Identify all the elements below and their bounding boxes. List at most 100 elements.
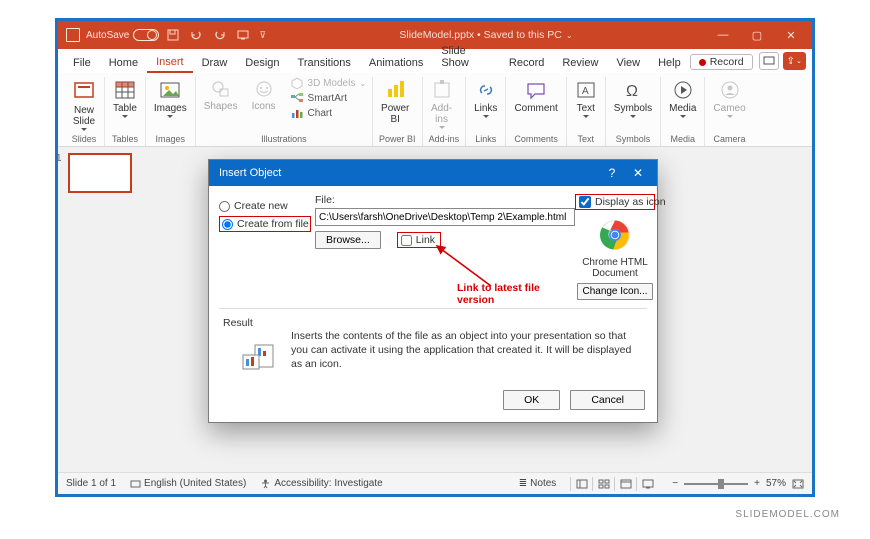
browse-button[interactable]: Browse... bbox=[315, 231, 381, 249]
notes-button[interactable]: ≣ Notes bbox=[519, 478, 557, 489]
dialog-help-button[interactable]: ? bbox=[599, 166, 625, 180]
text-button[interactable]: A Text bbox=[573, 77, 599, 116]
slide-count[interactable]: Slide 1 of 1 bbox=[66, 478, 116, 489]
symbols-button[interactable]: Ω Symbols bbox=[612, 77, 654, 116]
annotation-text: Link to latest file version bbox=[457, 282, 575, 306]
file-label: File: bbox=[315, 194, 575, 206]
shapes-button[interactable]: Shapes bbox=[202, 77, 240, 114]
tab-help[interactable]: Help bbox=[649, 53, 690, 73]
language-status[interactable]: English (United States) bbox=[130, 478, 246, 489]
group-powerbi: Power BI bbox=[379, 132, 416, 146]
group-comments: Comments bbox=[512, 132, 559, 146]
zoom-out-icon[interactable]: − bbox=[672, 478, 678, 489]
zoom-control[interactable]: − + 57% bbox=[672, 478, 804, 489]
tab-insert[interactable]: Insert bbox=[147, 52, 193, 73]
tab-home[interactable]: Home bbox=[100, 53, 147, 73]
table-button[interactable]: Table bbox=[111, 77, 139, 116]
comment-button[interactable]: Comment bbox=[512, 77, 559, 116]
smartart-button[interactable]: SmartArt bbox=[290, 92, 367, 104]
display-as-icon-checkbox[interactable]: Display as icon bbox=[575, 194, 655, 210]
tab-view[interactable]: View bbox=[607, 53, 649, 73]
tab-animations[interactable]: Animations bbox=[360, 53, 432, 73]
chart-button[interactable]: Chart bbox=[290, 107, 367, 119]
qat-overflow-icon[interactable]: ⊽ bbox=[259, 30, 266, 41]
links-button[interactable]: Links bbox=[472, 77, 499, 116]
group-images: Images bbox=[152, 132, 189, 146]
normal-view-button[interactable] bbox=[570, 477, 592, 491]
zoom-value[interactable]: 57% bbox=[766, 478, 786, 489]
group-addins: Add-ins bbox=[429, 132, 460, 146]
chrome-icon bbox=[598, 218, 632, 252]
thumb-number: 1 bbox=[56, 153, 62, 164]
file-path-input[interactable] bbox=[315, 208, 575, 226]
tab-transitions[interactable]: Transitions bbox=[289, 53, 360, 73]
icons-button[interactable]: Icons bbox=[250, 77, 278, 114]
present-button[interactable] bbox=[759, 52, 779, 70]
zoom-in-icon[interactable]: + bbox=[754, 478, 760, 489]
tab-design[interactable]: Design bbox=[236, 53, 288, 73]
tab-slideshow[interactable]: Slide Show bbox=[432, 41, 500, 73]
group-illustrations: Illustrations bbox=[202, 132, 366, 146]
slide-thumbnails: 1 bbox=[58, 147, 144, 472]
tab-draw[interactable]: Draw bbox=[193, 53, 237, 73]
dialog-title: Insert Object bbox=[219, 167, 281, 179]
undo-icon[interactable] bbox=[189, 29, 203, 41]
autosave-toggle[interactable]: AutoSave bbox=[86, 29, 159, 41]
images-button[interactable]: Images bbox=[152, 77, 189, 116]
ribbon-tabs: File Home Insert Draw Design Transitions… bbox=[58, 49, 812, 73]
annotation-arrow-icon bbox=[431, 242, 501, 290]
tab-record[interactable]: Record bbox=[500, 53, 553, 73]
create-from-file-radio[interactable]: Create from file bbox=[219, 216, 311, 232]
icon-caption: Chrome HTML Document bbox=[575, 257, 655, 279]
media-button[interactable]: Media bbox=[667, 77, 698, 116]
record-button[interactable]: Record bbox=[690, 54, 753, 70]
group-slides: Slides bbox=[70, 132, 98, 146]
cancel-button[interactable]: Cancel bbox=[570, 390, 645, 410]
reading-view-button[interactable] bbox=[614, 477, 636, 491]
group-text: Text bbox=[573, 132, 599, 146]
save-icon[interactable] bbox=[167, 29, 179, 41]
document-title[interactable]: SlideModel.pptx • Saved to this PC ⌄ bbox=[266, 29, 706, 41]
group-symbols: Symbols bbox=[612, 132, 654, 146]
tab-review[interactable]: Review bbox=[553, 53, 607, 73]
change-icon-button[interactable]: Change Icon... bbox=[577, 283, 652, 300]
3d-models-button[interactable]: 3D Models ⌄ bbox=[290, 77, 367, 89]
accessibility-status[interactable]: Accessibility: Investigate bbox=[260, 478, 382, 489]
view-buttons bbox=[570, 477, 658, 491]
cameo-button[interactable]: Cameo bbox=[711, 77, 747, 116]
powerbi-button[interactable]: Power BI bbox=[379, 77, 411, 127]
close-button[interactable]: ✕ bbox=[774, 21, 808, 49]
workspace: 1 Insert Object ? ✕ Create new Create fr… bbox=[58, 147, 812, 472]
tab-file[interactable]: File bbox=[64, 53, 100, 73]
toggle-icon[interactable] bbox=[133, 29, 159, 41]
link-checkbox[interactable]: Link bbox=[397, 232, 441, 248]
insert-object-dialog: Insert Object ? ✕ Create new Create from… bbox=[208, 159, 658, 423]
ribbon: New Slide Slides Table Tables Images Ima bbox=[58, 73, 812, 147]
group-media: Media bbox=[667, 132, 698, 146]
addins-button[interactable]: Add- ins bbox=[429, 77, 455, 127]
quick-access-toolbar: ⊽ bbox=[167, 29, 266, 41]
new-slide-button[interactable]: New Slide bbox=[70, 77, 98, 129]
share-button[interactable]: ⇪⌄ bbox=[783, 52, 806, 70]
slideshow-icon[interactable] bbox=[237, 29, 249, 41]
dialog-titlebar[interactable]: Insert Object ? ✕ bbox=[209, 160, 657, 186]
svg-text:Ω: Ω bbox=[626, 83, 638, 100]
slideshow-view-button[interactable] bbox=[636, 477, 658, 491]
fit-window-icon[interactable] bbox=[792, 479, 804, 489]
autosave-label: AutoSave bbox=[86, 30, 129, 41]
redo-icon[interactable] bbox=[213, 29, 227, 41]
result-label: Result bbox=[223, 317, 271, 329]
sorter-view-button[interactable] bbox=[592, 477, 614, 491]
dialog-close-button[interactable]: ✕ bbox=[625, 166, 651, 180]
ok-button[interactable]: OK bbox=[503, 390, 560, 410]
zoom-slider[interactable] bbox=[684, 483, 748, 485]
watermark: SLIDEMODEL.COM bbox=[20, 509, 850, 520]
result-description: Inserts the contents of the file as an o… bbox=[291, 329, 643, 376]
minimize-button[interactable]: — bbox=[706, 21, 740, 49]
svg-text:A: A bbox=[582, 86, 589, 97]
maximize-button[interactable]: ▢ bbox=[740, 21, 774, 49]
group-tables: Tables bbox=[111, 132, 139, 146]
slide-thumbnail-1[interactable] bbox=[68, 153, 132, 193]
app-window: AutoSave ⊽ SlideModel.pptx • Saved to th… bbox=[55, 18, 815, 497]
create-new-radio[interactable]: Create new bbox=[219, 200, 311, 212]
